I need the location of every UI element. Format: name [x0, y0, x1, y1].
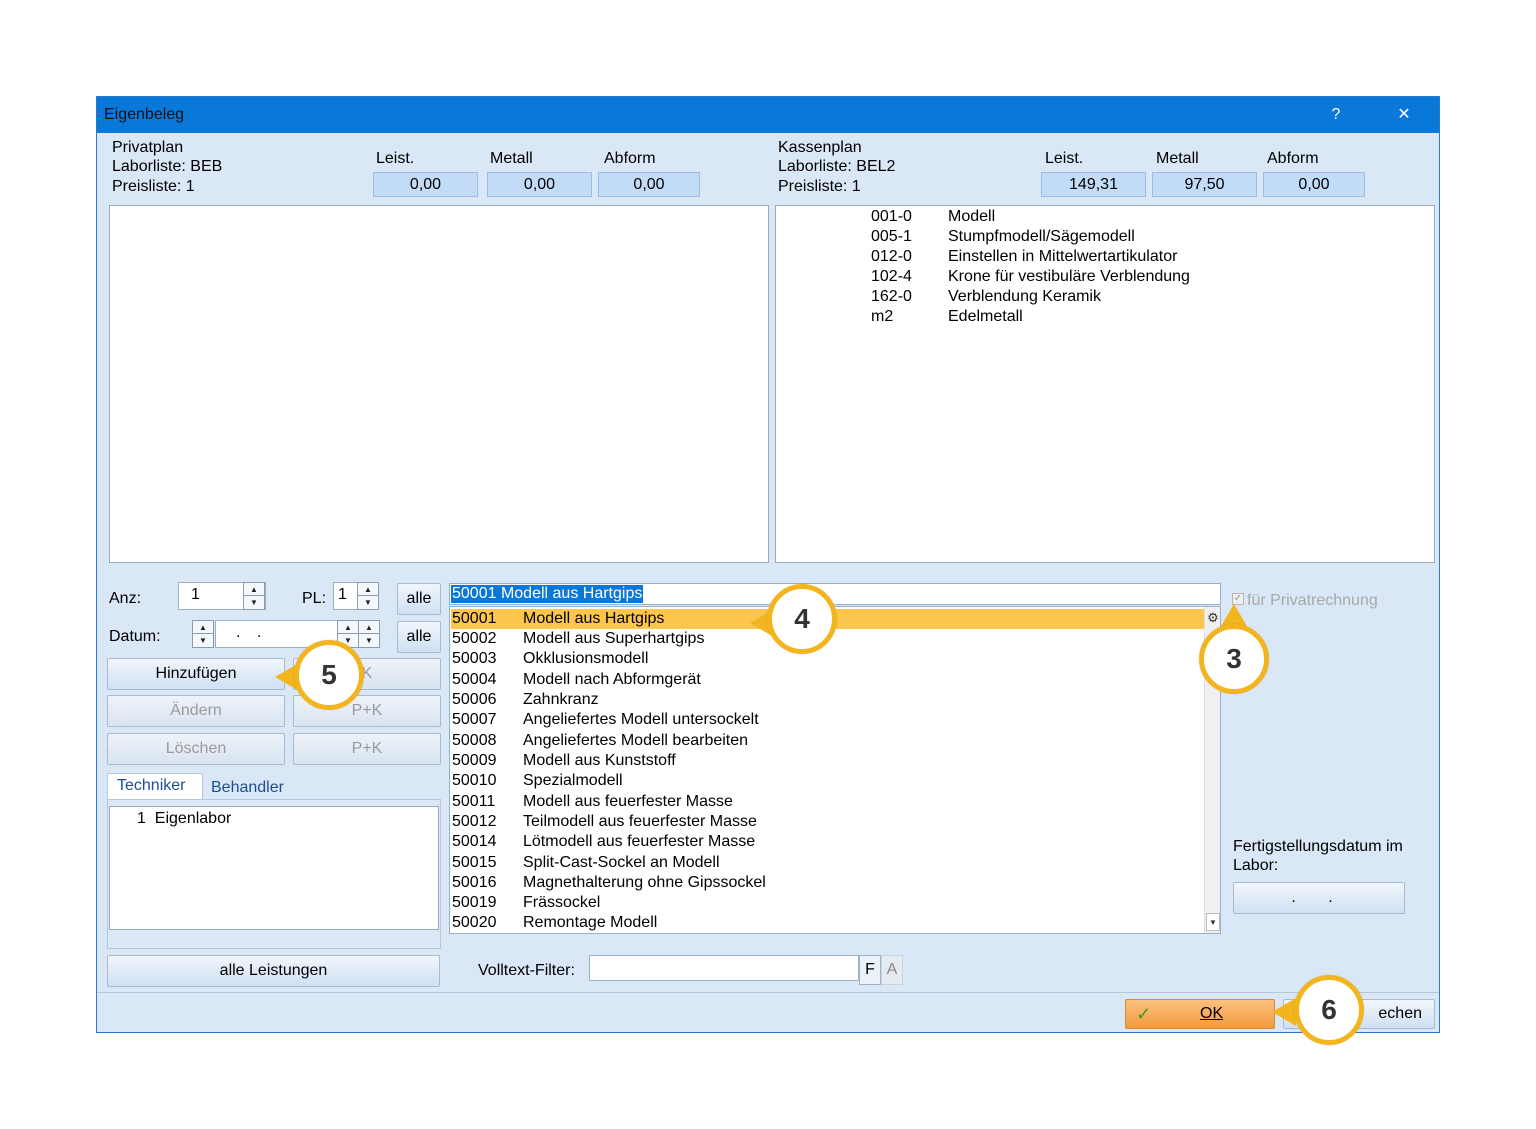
volltext-filter-input[interactable]	[589, 955, 859, 981]
privat-metall-value: 0,00	[487, 172, 592, 197]
list-item[interactable]: 50008 Angeliefertes Modell bearbeiten	[451, 731, 1205, 751]
fertigstellung-date-button[interactable]: . .	[1233, 882, 1405, 914]
filter-f-button[interactable]: F	[859, 955, 881, 985]
search-selected-text: 50001 Modell aus Hartgips	[451, 585, 644, 603]
close-button[interactable]: ✕	[1381, 97, 1427, 133]
kasse-abform-value: 0,00	[1263, 172, 1365, 197]
arrow-up-icon[interactable]: ▲	[193, 621, 213, 634]
arrow-up-icon[interactable]: ▲	[359, 621, 379, 634]
kasse-item[interactable]: 001-0 Modell	[871, 207, 995, 227]
callout-4: 4	[767, 584, 837, 654]
list-item[interactable]: 50014 Lötmodell aus feuerfester Masse	[451, 832, 1205, 852]
list-item[interactable]: 50020 Remontage Modell	[451, 913, 1205, 933]
tab-behandler[interactable]: Behandler	[203, 777, 292, 799]
ok-button[interactable]: ✓ OK	[1125, 999, 1275, 1029]
callout-5: 5	[294, 640, 364, 710]
pl-label: PL:	[302, 590, 327, 607]
eigenbeleg-dialog: Eigenbeleg ? ✕ Privatplan Laborliste: BE…	[96, 96, 1440, 1033]
pl-stepper[interactable]: ▲ ▼	[357, 582, 379, 610]
callout-3: 3	[1199, 624, 1269, 694]
volltext-filter-label: Volltext-Filter:	[478, 962, 575, 979]
alle-pl-button[interactable]: alle	[397, 583, 441, 615]
tab-techniker[interactable]: Techniker	[109, 775, 193, 797]
kasse-item[interactable]: 012-0 Einstellen in Mittelwertartikulator	[871, 247, 1177, 267]
kasse-preisliste: Preisliste: 1	[778, 178, 861, 195]
kasse-metall-value: 97,50	[1152, 172, 1257, 197]
list-item[interactable]: 50009 Modell aus Kunststoff	[451, 751, 1205, 771]
kasse-leistungen-panel[interactable]: 001-0 Modell 005-1 Stumpfmodell/Sägemodell…	[775, 205, 1435, 563]
scroll-down-icon[interactable]: ▼	[1206, 913, 1220, 931]
kasse-item[interactable]: 162-0 Verblendung Keramik	[871, 287, 1101, 307]
list-item[interactable]: 1 Eigenlabor	[137, 809, 231, 829]
list-item[interactable]: 50011 Modell aus feuerfester Masse	[451, 792, 1205, 812]
privat-leist-label: Leist.	[376, 150, 415, 167]
alle-datum-button[interactable]: alle	[397, 621, 441, 653]
list-item[interactable]: 50019 Frässockel	[451, 893, 1205, 913]
window-title: Eigenbeleg	[104, 106, 185, 123]
arrow-down-icon[interactable]: ▼	[359, 634, 379, 647]
list-item[interactable]: 50004 Modell nach Abformgerät	[451, 670, 1205, 690]
arrow-up-icon[interactable]: ▲	[338, 621, 358, 634]
kasse-metall-label: Metall	[1156, 150, 1199, 167]
privatplan-label: Privatplan	[112, 139, 184, 156]
fertigstellung-label: Fertigstellungsdatum im Labor:	[1233, 838, 1403, 874]
arrow-up-icon[interactable]: ▲	[358, 583, 378, 596]
anz-stepper[interactable]: ▲ ▼	[243, 582, 265, 610]
list-item[interactable]: 50010 Spezialmodell	[451, 771, 1205, 791]
list-item[interactable]: 50012 Teilmodell aus feuerfester Masse	[451, 812, 1205, 832]
filter-a-button[interactable]: A	[881, 955, 903, 985]
kasse-item[interactable]: 102-4 Krone für vestibuläre Verblendung	[871, 267, 1190, 287]
datum-stepper-2[interactable]: ▲ ▼	[358, 620, 380, 648]
techniker-list[interactable]: 1 Eigenlabor	[109, 806, 439, 930]
loeschen-pk-button[interactable]: P+K	[293, 733, 441, 765]
footer-divider	[97, 992, 1439, 993]
anz-label: Anz:	[109, 590, 142, 607]
kasse-leist-value: 149,31	[1041, 172, 1146, 197]
arrow-down-icon[interactable]: ▼	[244, 596, 264, 609]
arrow-down-icon[interactable]: ▼	[193, 634, 213, 647]
kasse-leist-label: Leist.	[1045, 150, 1084, 167]
hinzufuegen-button[interactable]: Hinzufügen	[107, 658, 285, 690]
tab-content: 1 Eigenlabor	[107, 799, 441, 949]
kassenplan-label: Kassenplan	[778, 139, 862, 156]
ok-button-label: OK	[1200, 1005, 1224, 1022]
kasse-laborliste: Laborliste: BEL2	[778, 158, 896, 175]
privatrechnung-label: für Privatrechnung	[1247, 592, 1378, 609]
kasse-item[interactable]: m2 Edelmetall	[871, 307, 1023, 327]
list-item[interactable]: 50015 Split-Cast-Sockel an Modell	[451, 853, 1205, 873]
list-item[interactable]: 50003 Okklusionsmodell	[451, 649, 1205, 669]
leistungen-list[interactable]: 50001 Modell aus Hartgips 50002 Modell aus…	[449, 606, 1221, 934]
kasse-item[interactable]: 005-1 Stumpfmodell/Sägemodell	[871, 227, 1135, 247]
privat-leistungen-panel[interactable]	[109, 205, 769, 563]
loeschen-button[interactable]: Löschen	[107, 733, 285, 765]
gear-icon[interactable]: ⚙	[1206, 609, 1220, 627]
aendern-button[interactable]: Ändern	[107, 695, 285, 727]
privat-leist-value: 0,00	[373, 172, 478, 197]
privat-laborliste: Laborliste: BEB	[112, 158, 223, 175]
privat-metall-label: Metall	[490, 150, 533, 167]
list-item[interactable]: 50006 Zahnkranz	[451, 690, 1205, 710]
kasse-abform-label: Abform	[1267, 150, 1319, 167]
title-bar: Eigenbeleg ? ✕	[97, 97, 1439, 133]
privat-abform-value: 0,00	[598, 172, 700, 197]
callout-6: 6	[1294, 975, 1364, 1045]
help-button[interactable]: ?	[1313, 97, 1359, 133]
check-icon: ✓	[1136, 1004, 1152, 1024]
privat-abform-label: Abform	[604, 150, 656, 167]
callout-6-pointer	[1272, 998, 1296, 1026]
privat-preisliste: Preisliste: 1	[112, 178, 195, 195]
list-item[interactable]: 50016 Magnethalterung ohne Gipssockel	[451, 873, 1205, 893]
search-input[interactable]: 50001 Modell aus Hartgips	[449, 583, 1221, 605]
datum-left-stepper[interactable]: ▲ ▼	[192, 620, 214, 648]
arrow-down-icon[interactable]: ▼	[358, 596, 378, 609]
arrow-up-icon[interactable]: ▲	[244, 583, 264, 596]
list-item[interactable]: 50007 Angeliefertes Modell untersockelt	[451, 710, 1205, 730]
alle-leistungen-button[interactable]: alle Leistungen	[107, 955, 440, 987]
datum-label: Datum:	[109, 628, 161, 645]
